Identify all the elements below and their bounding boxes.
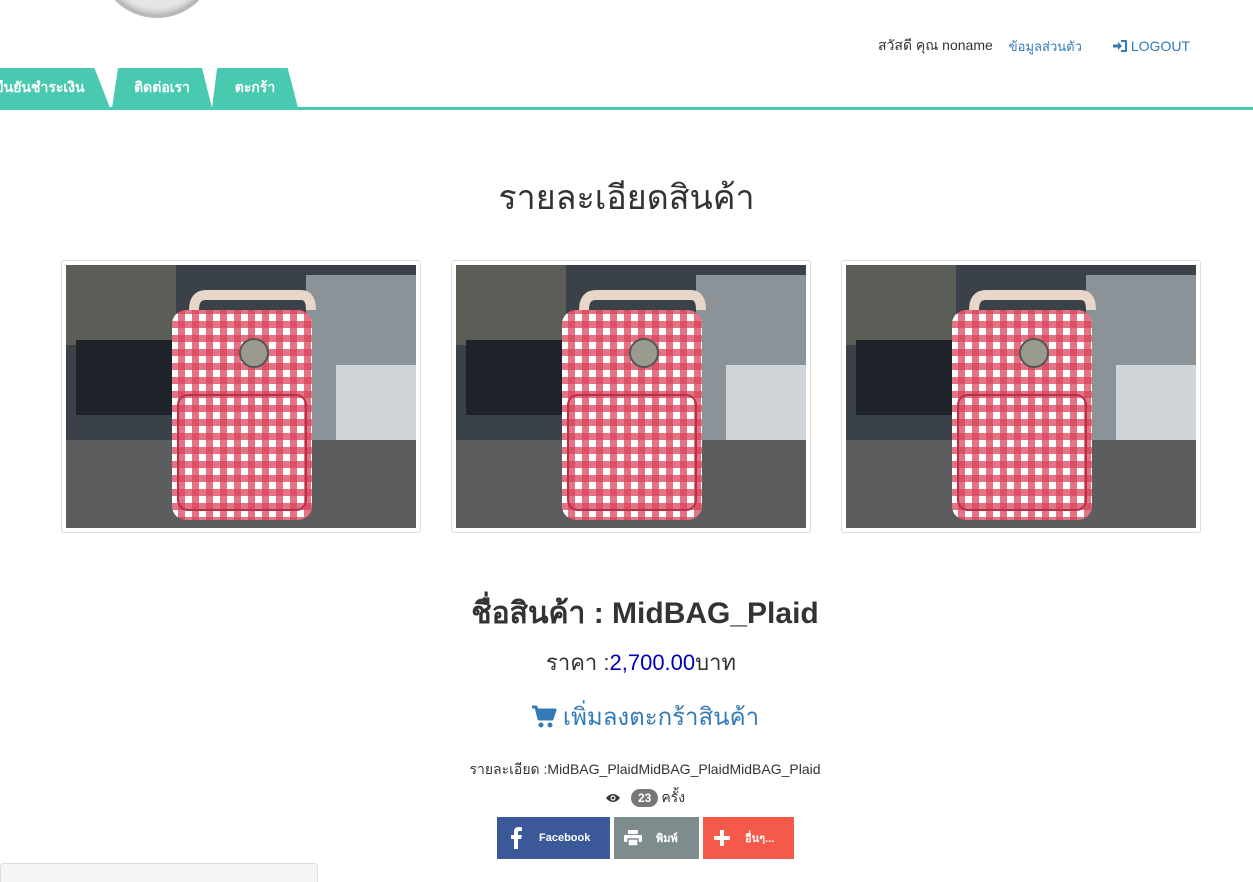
product-description: รายละเอียด :MidBAG_PlaidMidBAG_PlaidMidB… bbox=[469, 761, 821, 777]
plaid-backpack-photo bbox=[846, 265, 1196, 528]
greeting-text: สวัสดี คุณ noname bbox=[878, 37, 993, 53]
price-row: ราคา :2,700.00บาท bbox=[0, 645, 1253, 680]
product-name: ชื่อสินค้า : MidBAG_Plaid bbox=[471, 597, 819, 630]
share-more-button[interactable]: อื่นๆ... bbox=[703, 817, 794, 859]
printer-icon bbox=[614, 830, 652, 846]
logout-link[interactable]: LOGOUT bbox=[1112, 38, 1190, 54]
tab-cart[interactable]: ตะกร้า bbox=[212, 68, 298, 108]
plaid-backpack-photo bbox=[66, 265, 416, 528]
add-to-cart-label: เพิ่มลงตะกร้าสินค้า bbox=[562, 704, 760, 731]
page-title: รายละเอียดสินค้า bbox=[498, 179, 755, 217]
product-image[interactable] bbox=[61, 260, 421, 533]
more-label: อื่นๆ... bbox=[745, 833, 775, 845]
plaid-backpack-photo bbox=[456, 265, 806, 528]
share-facebook-button[interactable]: Facebook bbox=[497, 817, 610, 859]
view-unit: ครั้ง bbox=[661, 789, 686, 805]
product-image[interactable] bbox=[451, 260, 811, 533]
site-logo[interactable] bbox=[98, 0, 216, 18]
bottom-panel bbox=[0, 863, 318, 882]
main-nav: ยืนยันชำระเงิน ติดต่อเรา ตะกร้า bbox=[0, 68, 320, 108]
shopping-cart-icon bbox=[531, 705, 557, 727]
price-prefix: ราคา : bbox=[546, 650, 610, 675]
eye-icon bbox=[605, 794, 620, 802]
nav-divider bbox=[0, 107, 1253, 110]
facebook-icon bbox=[497, 827, 535, 849]
plus-icon bbox=[703, 830, 741, 846]
price-unit: บาท bbox=[695, 650, 736, 675]
add-to-cart-button[interactable]: เพิ่มลงตะกร้าสินค้า bbox=[0, 697, 1253, 736]
view-count-badge: 23 bbox=[630, 789, 659, 807]
price-value: 2,700.00 bbox=[609, 650, 696, 675]
sign-in-icon bbox=[1112, 40, 1127, 52]
print-label: พิมพ์ bbox=[656, 833, 678, 845]
logout-label: LOGOUT bbox=[1130, 38, 1190, 54]
profile-link[interactable]: ข้อมูลส่วนตัว bbox=[1009, 36, 1082, 57]
view-counter: 23 ครั้ง bbox=[0, 787, 1253, 809]
tab-contact[interactable]: ติดต่อเรา bbox=[112, 68, 212, 108]
facebook-label: Facebook bbox=[539, 832, 591, 844]
user-bar: สวัสดี คุณ noname ข้อมูลส่วนตัว LOGOUT bbox=[878, 36, 1190, 56]
product-image[interactable] bbox=[841, 260, 1201, 533]
tab-confirm-payment[interactable]: ยืนยันชำระเงิน bbox=[0, 68, 110, 108]
share-print-button[interactable]: พิมพ์ bbox=[614, 817, 699, 859]
